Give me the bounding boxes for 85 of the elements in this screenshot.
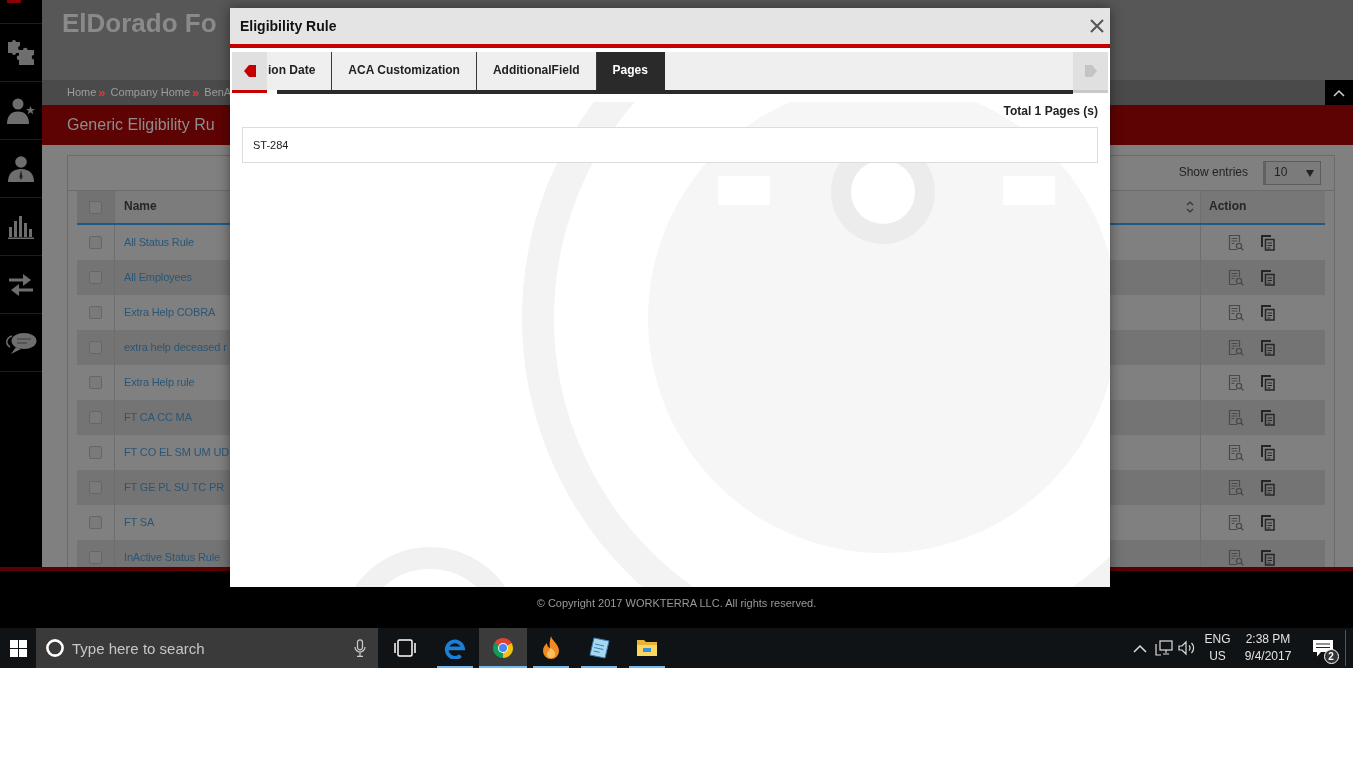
chevron-up-icon (1333, 88, 1345, 97)
network-icon[interactable] (1154, 640, 1173, 656)
copy-icon[interactable] (1261, 234, 1275, 251)
close-button[interactable] (1090, 19, 1104, 33)
rule-name-link[interactable]: FT CA CC MA (124, 410, 192, 425)
copy-icon[interactable] (1261, 479, 1275, 496)
rule-name-link[interactable]: FT GE PL SU TC PR (124, 480, 224, 495)
dialog-title: Eligibility Rule (240, 16, 337, 36)
puzzle-icon[interactable] (7, 39, 35, 66)
taskbar-app-button[interactable] (479, 628, 527, 668)
breadcrumb-link[interactable]: Home (67, 85, 97, 100)
arrow-right-icon (1084, 64, 1097, 78)
breadcrumb-link[interactable]: Company Home (110, 85, 191, 100)
rule-name-link[interactable]: FT CO EL SM UM UD (124, 445, 229, 460)
rule-name-link[interactable]: Extra Help COBRA (124, 305, 216, 320)
document-search-icon[interactable] (1228, 409, 1244, 426)
swap-arrows-icon[interactable] (8, 273, 34, 296)
language-label[interactable]: ENG (1204, 631, 1231, 648)
rule-name-link[interactable]: All Status Rule (124, 235, 194, 250)
copy-icon[interactable] (1261, 514, 1275, 531)
clock-time[interactable]: 2:38 PM (1245, 631, 1291, 648)
document-search-icon[interactable] (1228, 514, 1244, 531)
search-field[interactable]: Type here to search (72, 637, 346, 659)
copy-icon[interactable] (1261, 374, 1275, 391)
accent-marker (7, 0, 21, 3)
circle-logo-icon (492, 637, 514, 659)
chat-bubbles-icon[interactable] (5, 330, 37, 355)
rule-name-link[interactable]: extra help deceased r (124, 340, 227, 355)
document-search-icon[interactable] (1228, 479, 1244, 496)
speaker-icon[interactable] (1178, 640, 1196, 656)
scroll-top-button[interactable] (1325, 80, 1353, 105)
copy-icon[interactable] (1261, 269, 1275, 286)
row-checkbox[interactable] (89, 376, 102, 389)
user-icon[interactable] (8, 155, 34, 182)
dialog-tab[interactable]: Pages (596, 52, 665, 90)
microphone-icon[interactable] (354, 639, 366, 657)
rule-name-link[interactable]: FT SA (124, 515, 155, 530)
document-search-icon[interactable] (1228, 374, 1244, 391)
document-search-icon[interactable] (1228, 304, 1244, 321)
user-star-icon[interactable] (7, 97, 35, 124)
scroll-left-button[interactable] (232, 52, 267, 93)
copy-icon[interactable] (1261, 304, 1275, 321)
copy-icon[interactable] (1261, 549, 1275, 566)
row-checkbox[interactable] (89, 446, 102, 459)
task-view-icon (393, 639, 416, 657)
page-size-select[interactable]: 10 (1263, 161, 1321, 185)
column-header[interactable]: Name (124, 199, 157, 215)
ring-icon[interactable] (46, 639, 64, 657)
arrow-left-icon (243, 64, 256, 78)
page-list-item[interactable]: ST-284 (242, 127, 1098, 163)
document-search-icon[interactable] (1228, 339, 1244, 356)
page-count-text: Total 1 Pages (s) (1003, 103, 1098, 119)
document-search-icon[interactable] (1228, 269, 1244, 286)
show-entries-label: Show entries (1178, 165, 1248, 181)
copyright-text: © Copyright 2017 WORKTERRA LLC. All rights reserved. (536, 596, 817, 610)
breadcrumb-link[interactable]: BenA (204, 85, 232, 100)
sort-icon[interactable] (1186, 200, 1194, 214)
region-label[interactable]: US (1209, 648, 1226, 665)
copy-icon[interactable] (1261, 409, 1275, 426)
page-title: Generic Eligibility Ru (67, 114, 215, 135)
copy-icon[interactable] (1261, 444, 1275, 461)
windows-logo-icon (9, 639, 27, 657)
document-search-icon[interactable] (1228, 444, 1244, 461)
bar-chart-icon[interactable] (8, 214, 34, 239)
copy-icon[interactable] (1261, 339, 1275, 356)
document-search-icon[interactable] (1228, 549, 1244, 566)
clock-date[interactable]: 9/4/2017 (1244, 648, 1292, 665)
row-checkbox[interactable] (89, 236, 102, 249)
row-checkbox[interactable] (89, 306, 102, 319)
rule-name-link[interactable]: Extra Help rule (124, 375, 195, 390)
rule-name-link[interactable]: InActive Status Rule (124, 550, 221, 565)
caret-up-icon[interactable] (1133, 643, 1147, 653)
e-logo-icon (444, 637, 466, 659)
search-box[interactable]: Type here to search (36, 628, 378, 668)
rule-name-link[interactable]: All Employees (124, 270, 192, 285)
close-icon (1090, 19, 1104, 33)
caret-down-icon (1306, 169, 1314, 177)
flame-icon (541, 636, 561, 660)
notepad-icon (588, 637, 610, 659)
row-checkbox[interactable] (89, 516, 102, 529)
column-header: Action (1209, 199, 1247, 215)
folder-icon (636, 639, 658, 657)
breadcrumb-separator: » (192, 85, 200, 100)
breadcrumb-separator: » (98, 85, 106, 100)
document-search-icon[interactable] (1228, 234, 1244, 251)
